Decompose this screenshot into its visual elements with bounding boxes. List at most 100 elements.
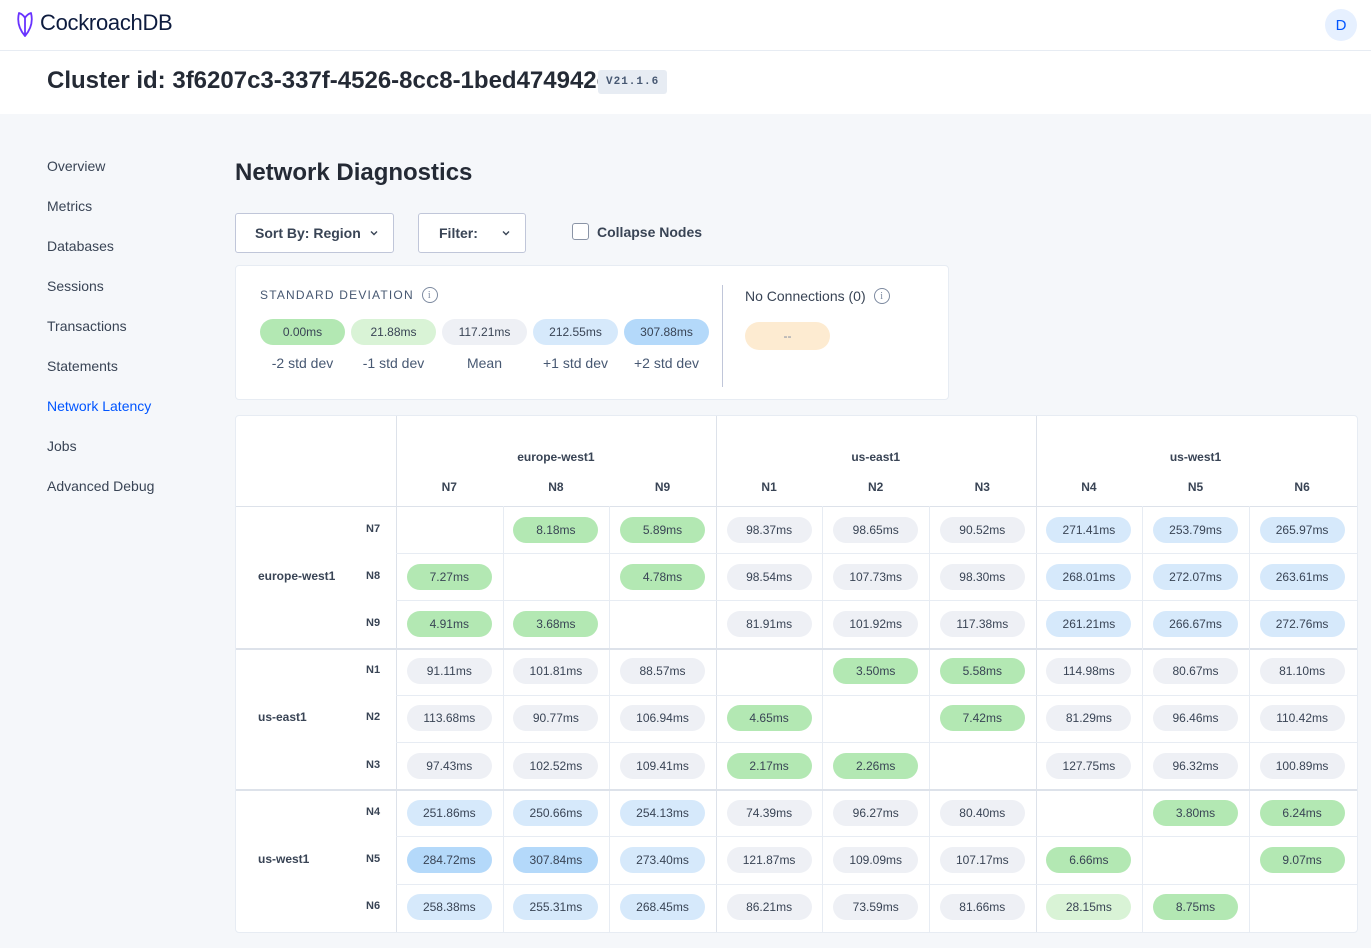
latency-cell[interactable]: 284.72ms: [406, 847, 492, 873]
latency-cell[interactable]: 6.24ms: [1259, 799, 1345, 826]
latency-cell[interactable]: 261.21ms: [1046, 611, 1132, 637]
sidebar-item-sessions[interactable]: Sessions: [47, 266, 217, 306]
latency-cell[interactable]: 98.37ms: [726, 516, 812, 543]
sidebar-item-transactions[interactable]: Transactions: [47, 306, 217, 346]
latency-cell[interactable]: 80.67ms: [1153, 658, 1238, 685]
sidebar-nav: Overview Metrics Databases Sessions Tran…: [47, 146, 217, 506]
latency-cell[interactable]: 6.66ms: [1046, 847, 1132, 873]
latency-cell[interactable]: 114.98ms: [1046, 658, 1132, 685]
column-node-header: N8: [548, 480, 564, 494]
latency-cell[interactable]: 110.42ms: [1259, 705, 1345, 732]
latency-cell[interactable]: 121.87ms: [726, 847, 812, 873]
latency-cell[interactable]: 98.54ms: [726, 563, 812, 590]
latency-cell[interactable]: 8.18ms: [513, 516, 599, 543]
sidebar-item-network-latency[interactable]: Network Latency: [47, 386, 217, 426]
matrix-grid-line: [502, 506, 504, 932]
latency-cell[interactable]: 4.91ms: [406, 611, 492, 637]
latency-cell[interactable]: 109.41ms: [620, 752, 705, 779]
latency-cell[interactable]: 109.09ms: [833, 847, 919, 873]
latency-cell[interactable]: 98.65ms: [833, 516, 919, 543]
latency-cell[interactable]: 271.41ms: [1046, 516, 1132, 543]
latency-cell[interactable]: 127.75ms: [1046, 752, 1132, 779]
latency-cell[interactable]: 74.39ms: [726, 799, 812, 826]
latency-cell[interactable]: 107.73ms: [833, 563, 919, 590]
column-region-header: europe-west1: [517, 450, 595, 464]
latency-cell[interactable]: 101.81ms: [513, 658, 599, 685]
latency-cell[interactable]: 266.67ms: [1153, 611, 1238, 637]
latency-cell[interactable]: 265.97ms: [1259, 516, 1345, 543]
latency-cell[interactable]: 2.17ms: [726, 752, 812, 779]
latency-cell[interactable]: 272.07ms: [1153, 563, 1238, 590]
matrix-grid-line: [396, 553, 1357, 555]
sort-by-dropdown[interactable]: Sort By: Region: [235, 213, 394, 253]
latency-cell[interactable]: 5.89ms: [620, 516, 705, 543]
latency-cell[interactable]: 4.65ms: [726, 705, 812, 732]
latency-cell[interactable]: 113.68ms: [406, 705, 492, 732]
column-node-header: N5: [1187, 480, 1204, 494]
latency-cell[interactable]: 28.15ms: [1046, 894, 1132, 921]
latency-cell[interactable]: 86.21ms: [726, 894, 812, 921]
latency-cell[interactable]: 5.58ms: [939, 658, 1025, 685]
latency-cell[interactable]: 253.79ms: [1153, 516, 1238, 543]
latency-cell[interactable]: 272.76ms: [1259, 611, 1345, 637]
latency-cell[interactable]: 102.52ms: [513, 752, 599, 779]
filter-dropdown[interactable]: Filter:: [418, 213, 526, 253]
no-connections-label: No Connections (0): [745, 288, 866, 304]
latency-cell[interactable]: 97.43ms: [406, 752, 492, 779]
row-node-label: N7: [366, 522, 381, 535]
latency-cell[interactable]: 273.40ms: [620, 847, 705, 873]
latency-cell[interactable]: 250.66ms: [513, 799, 599, 826]
column-node-header: N6: [1294, 480, 1310, 494]
latency-cell[interactable]: 307.84ms: [513, 847, 599, 873]
latency-cell[interactable]: 90.52ms: [939, 516, 1025, 543]
latency-cell[interactable]: 3.50ms: [833, 658, 919, 685]
latency-cell[interactable]: 96.32ms: [1153, 752, 1238, 779]
latency-cell[interactable]: 263.61ms: [1259, 563, 1345, 590]
latency-cell[interactable]: 80.40ms: [939, 799, 1025, 826]
latency-cell[interactable]: 7.42ms: [939, 705, 1025, 732]
latency-cell[interactable]: 100.89ms: [1259, 752, 1345, 779]
user-avatar[interactable]: D: [1325, 9, 1357, 41]
latency-cell[interactable]: 251.86ms: [406, 799, 492, 826]
sidebar-item-jobs[interactable]: Jobs: [47, 426, 217, 466]
matrix-grid-line: [396, 742, 1357, 743]
latency-cell[interactable]: 81.29ms: [1046, 705, 1132, 732]
latency-cell[interactable]: 254.13ms: [620, 799, 705, 826]
sidebar-item-overview[interactable]: Overview: [47, 146, 217, 186]
info-icon[interactable]: i: [421, 287, 438, 303]
latency-cell[interactable]: 258.38ms: [406, 894, 492, 921]
sidebar-item-databases[interactable]: Databases: [47, 226, 217, 266]
latency-cell[interactable]: 107.17ms: [939, 847, 1025, 873]
latency-cell[interactable]: 7.27ms: [406, 563, 492, 590]
latency-cell[interactable]: 268.01ms: [1046, 563, 1132, 590]
collapse-nodes-toggle[interactable]: Collapse Nodes: [572, 223, 702, 240]
latency-cell[interactable]: 3.80ms: [1153, 799, 1238, 826]
latency-cell[interactable]: 81.66ms: [939, 894, 1025, 921]
latency-cell[interactable]: 96.27ms: [833, 799, 919, 826]
latency-cell[interactable]: 268.45ms: [620, 894, 705, 921]
app-logo[interactable]: CockroachDB: [14, 8, 173, 38]
sidebar-item-statements[interactable]: Statements: [47, 346, 217, 386]
latency-cell[interactable]: 8.75ms: [1153, 894, 1238, 921]
latency-cell[interactable]: 96.46ms: [1153, 705, 1238, 732]
latency-cell[interactable]: 3.68ms: [513, 611, 599, 637]
latency-cell[interactable]: 88.57ms: [620, 658, 705, 685]
latency-cell[interactable]: 2.26ms: [833, 752, 919, 779]
latency-cell[interactable]: 255.31ms: [513, 894, 599, 921]
latency-cell[interactable]: 90.77ms: [513, 705, 599, 732]
info-icon[interactable]: i: [873, 288, 890, 304]
latency-cell[interactable]: 101.92ms: [833, 611, 919, 637]
sidebar-item-metrics[interactable]: Metrics: [47, 186, 217, 226]
sidebar-item-advanced-debug[interactable]: Advanced Debug: [47, 466, 217, 506]
latency-cell[interactable]: 4.78ms: [620, 563, 705, 590]
latency-cell[interactable]: 81.91ms: [726, 611, 812, 637]
latency-cell[interactable]: 91.11ms: [406, 658, 492, 685]
latency-cell[interactable]: 9.07ms: [1259, 847, 1345, 873]
latency-cell[interactable]: 106.94ms: [620, 705, 705, 732]
latency-cell[interactable]: 98.30ms: [939, 563, 1025, 590]
collapse-nodes-checkbox[interactable]: [572, 223, 589, 240]
std-dev-legend: STANDARD DEVIATION i 0.00ms 21.88ms 117.…: [235, 265, 949, 400]
latency-cell[interactable]: 73.59ms: [833, 894, 919, 921]
latency-cell[interactable]: 117.38ms: [939, 611, 1025, 637]
latency-cell[interactable]: 81.10ms: [1259, 658, 1345, 685]
